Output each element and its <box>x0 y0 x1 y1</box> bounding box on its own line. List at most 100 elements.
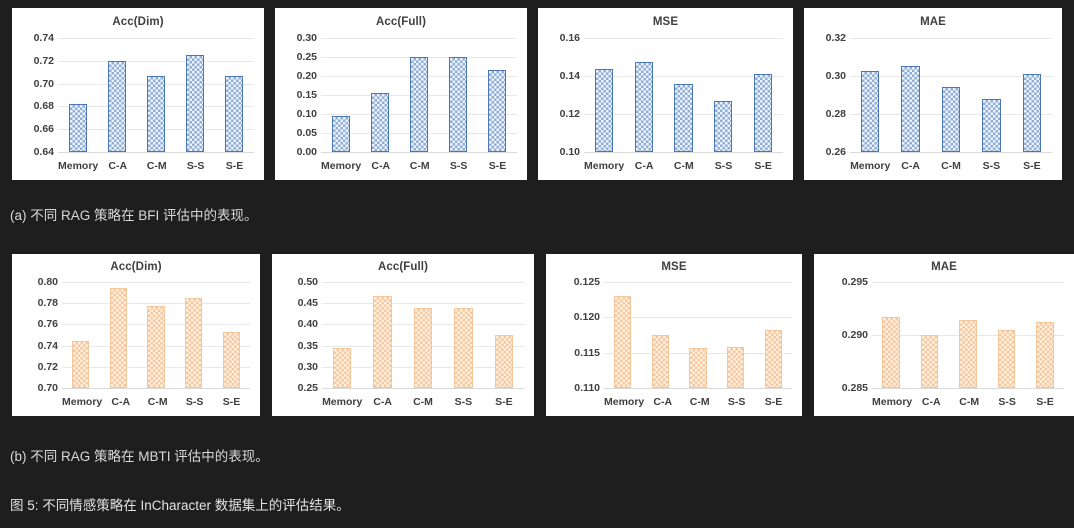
bar-c-a <box>109 288 128 388</box>
chart-title: Acc(Full) <box>377 261 429 273</box>
chart-panel-bfi-acc-dim: Acc(Dim) 0.64 0.66 0.68 0.70 0.72 0.74 Memory… <box>12 8 264 180</box>
bar-cell <box>212 282 250 388</box>
chart-panel-mbti-acc-dim: Acc(Dim) 0.70 0.72 0.74 0.76 0.78 0.80 Memory… <box>12 254 260 416</box>
bar-cell <box>1012 38 1052 152</box>
bar-cell <box>743 38 783 152</box>
y-axis-tick-label: 0.295 <box>841 276 868 288</box>
bar-cell <box>322 282 362 388</box>
y-axis-tick-label: 0.290 <box>841 329 868 341</box>
bar-cell <box>850 38 890 152</box>
bar-cell <box>321 38 360 152</box>
bar-c-a <box>107 60 126 152</box>
subfigure-caption-b: (b) 不同 RAG 策略在 MBTI 评估中的表现。 <box>10 449 269 464</box>
x-axis-tick-label: Memory <box>62 396 103 408</box>
gridline <box>604 388 792 389</box>
chart-panel-bfi-mae: MAE 0.26 0.28 0.30 0.32 Memory C-A C-M S-S S-E <box>804 8 1062 180</box>
bar-c-a <box>920 335 939 388</box>
gridline <box>850 152 1052 153</box>
bar-cell <box>97 38 136 152</box>
chart-title: Acc(Dim) <box>110 261 162 273</box>
bar-s-e <box>1022 74 1042 152</box>
bar-cell <box>58 38 97 152</box>
plot-area: 0.25 0.30 0.35 0.40 0.45 0.50 <box>298 276 524 394</box>
y-axis-tick-label: 0.74 <box>37 339 58 352</box>
plot-area: 0.26 0.28 0.30 0.32 <box>826 32 1052 158</box>
chart-panel-bfi-mse: MSE 0.10 0.12 0.14 0.16 Memory C-A C-M S-S S-E <box>538 8 793 180</box>
bar-cell <box>971 38 1011 152</box>
gridline <box>321 152 517 153</box>
bar-cell <box>478 38 517 152</box>
bar-c-m <box>941 87 961 152</box>
bar-group <box>322 282 524 388</box>
chart-title: MAE <box>920 16 946 28</box>
chart-title: MSE <box>652 16 679 28</box>
bar-c-m <box>147 306 165 388</box>
chart-panel-mbti-mae: MAE 0.285 0.290 0.295 Memory C-A C-M S-S S-E <box>814 254 1074 416</box>
plot-area: 0.70 0.72 0.74 0.76 0.78 0.80 <box>38 276 250 394</box>
y-axis-tick-label: 0.72 <box>37 360 58 373</box>
bar-group <box>321 38 517 152</box>
y-axis-tick-label: 0.115 <box>574 346 600 359</box>
gridline <box>322 388 524 389</box>
x-axis-labels: Memory C-A C-M S-S S-E <box>604 396 792 408</box>
x-axis-labels: Memory C-A C-M S-S S-E <box>321 160 517 172</box>
y-axis-tick-label: 0.285 <box>841 382 868 394</box>
bar-cell <box>175 282 213 388</box>
x-axis-tick-label: S-S <box>982 160 1001 172</box>
x-axis-labels: Memory C-A C-M S-S S-E <box>850 160 1052 172</box>
x-axis-tick-label: Memory <box>872 396 913 408</box>
bar-cell <box>136 38 175 152</box>
bar-cell <box>176 38 215 152</box>
bar-cell <box>443 282 483 388</box>
bar-cell <box>679 282 717 388</box>
bar-memory <box>72 341 90 388</box>
bar-s-e <box>494 334 514 388</box>
bar-cell <box>62 282 100 388</box>
bar-c-m <box>146 75 166 152</box>
chart-title: MSE <box>661 261 687 273</box>
x-axis-tick-label: C-M <box>673 160 694 172</box>
x-axis-tick-label: C-A <box>371 160 391 172</box>
y-axis-tick-label: 0.72 <box>33 54 54 67</box>
bar-group <box>584 38 783 152</box>
bar-s-s <box>454 308 473 388</box>
bar-c-m <box>413 308 433 388</box>
bar-cell <box>1026 282 1064 388</box>
x-axis-tick-label: Memory <box>58 160 99 172</box>
plot-area: 0.64 0.66 0.68 0.70 0.72 0.74 <box>34 32 254 158</box>
x-axis-tick-label: C-A <box>373 396 392 408</box>
bar-memory <box>332 348 352 388</box>
x-axis-tick-label: Memory <box>322 396 363 408</box>
bar-s-e <box>222 331 240 388</box>
y-axis-tick-label: 0.20 <box>296 69 317 82</box>
y-axis-tick-label: 0.66 <box>33 123 54 136</box>
x-axis-tick-label: C-M <box>941 160 961 172</box>
plot-area: 0.10 0.12 0.14 0.16 <box>560 32 783 158</box>
bar-cell <box>215 38 254 152</box>
x-axis-tick-label: Memory <box>584 160 625 172</box>
bar-cell <box>403 282 443 388</box>
x-axis-tick-label: S-S <box>714 160 733 172</box>
bar-c-m <box>959 320 977 388</box>
y-axis-tick-label: 0.10 <box>296 107 317 120</box>
bar-c-a <box>901 65 920 152</box>
x-axis-tick-label: S-S <box>449 160 468 172</box>
bar-cell <box>890 38 930 152</box>
x-axis-tick-label: C-M <box>413 396 433 408</box>
bar-cell <box>642 282 680 388</box>
bar-cell <box>604 282 642 388</box>
x-axis-tick-label: C-M <box>146 160 167 172</box>
bar-cell <box>910 282 948 388</box>
y-axis-tick-label: 0.05 <box>296 127 317 139</box>
x-axis-labels: Memory C-A C-M S-S S-E <box>62 396 250 408</box>
bar-s-e <box>1036 322 1054 388</box>
x-axis-tick-label: S-E <box>495 396 513 408</box>
figure-row-bfi: Acc(Dim) 0.64 0.66 0.68 0.70 0.72 0.74 Memory… <box>0 8 1074 180</box>
y-axis-tick-label: 0.68 <box>33 100 54 113</box>
y-axis-tick-label: 0.120 <box>573 311 600 324</box>
y-axis-tick-label: 0.10 <box>559 146 580 158</box>
bar-c-a <box>370 93 389 152</box>
y-axis-tick-label: 0.32 <box>825 32 846 44</box>
bar-group <box>62 282 250 388</box>
x-axis-tick-label: S-S <box>454 396 473 408</box>
